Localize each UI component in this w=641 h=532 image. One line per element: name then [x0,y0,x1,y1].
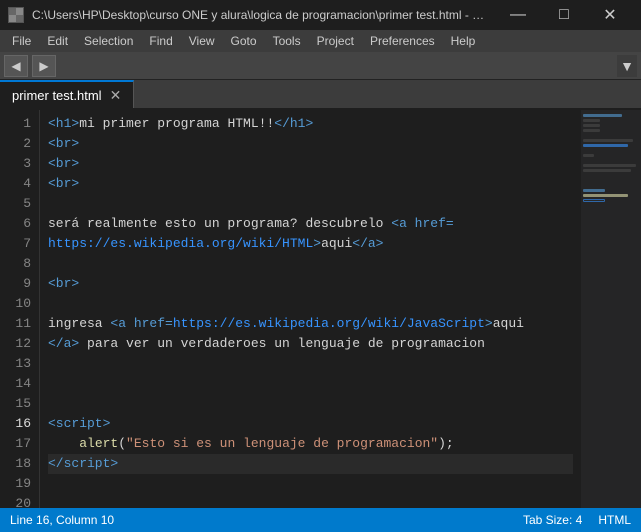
line-num-13: 13 [12,354,31,374]
menu-file[interactable]: File [4,30,39,52]
code-line-10: ingresa <a href=https://es.wikipedia.org… [48,314,573,334]
menu-view[interactable]: View [181,30,223,52]
line-num-5: 5 [12,194,31,214]
minimize-button[interactable]: — [495,0,541,30]
code-line-6b: https://es.wikipedia.org/wiki/HTML>aqui<… [48,234,573,254]
line-num-12: 12 [12,334,31,354]
menu-goto[interactable]: Goto [223,30,265,52]
tab-primer-test[interactable]: primer test.html ✕ [0,80,134,108]
line-num-4: 4 [12,174,31,194]
tab-size[interactable]: Tab Size: 4 [523,513,582,527]
code-line-4: <br> [48,174,573,194]
menu-tools[interactable]: Tools [265,30,309,52]
line-num-9: 9 [12,274,31,294]
code-line-1: <h1>mi primer programa HTML!!</h1> [48,114,573,134]
titlebar: C:\Users\HP\Desktop\curso ONE y alura\lo… [0,0,641,30]
code-line-7 [48,254,573,274]
line-num-14: 14 [12,374,31,394]
line-num-2: 2 [12,134,31,154]
code-line-12 [48,374,573,394]
code-line-2: <br> [48,134,573,154]
line-num-18: 18 [12,454,31,474]
code-line-18 [48,494,573,508]
toolbar: ◀ ▶ ▼ [0,52,641,80]
code-line-13 [48,394,573,414]
line-numbers: 1 2 3 4 5 6 7 8 9 10 11 12 13 14 15 16 1… [0,110,40,508]
menubar: File Edit Selection Find View Goto Tools… [0,30,641,52]
titlebar-controls: — □ ✕ [495,0,633,30]
menu-help[interactable]: Help [443,30,484,52]
line-num-19: 19 [12,474,31,494]
line-num-7: 7 [12,234,31,254]
code-line-10b: </a> para ver un verdaderoes un lenguaje… [48,334,573,354]
app-icon [8,7,24,23]
language[interactable]: HTML [598,513,631,527]
code-line-11 [48,354,573,374]
line-num-15: 15 [12,394,31,414]
menu-preferences[interactable]: Preferences [362,30,443,52]
code-line-6: será realmente esto un programa? descubr… [48,214,573,234]
editor-container: 1 2 3 4 5 6 7 8 9 10 11 12 13 14 15 16 1… [0,110,641,508]
menu-selection[interactable]: Selection [76,30,141,52]
menu-edit[interactable]: Edit [39,30,76,52]
line-num-3: 3 [12,154,31,174]
tabbar: primer test.html ✕ [0,80,641,110]
forward-button[interactable]: ▶ [32,55,56,77]
minimap [581,110,641,508]
code-line-16: </script> [48,454,573,474]
code-line-8: <br> [48,274,573,294]
code-line-17 [48,474,573,494]
tab-filename: primer test.html [12,88,102,103]
maximize-button[interactable]: □ [541,0,587,30]
statusbar-right: Tab Size: 4 HTML [523,513,631,527]
statusbar: Line 16, Column 10 Tab Size: 4 HTML [0,508,641,532]
toolbar-dropdown[interactable]: ▼ [617,55,637,77]
line-num-16: 16 [12,414,31,434]
close-button[interactable]: ✕ [587,0,633,30]
line-num-10: 10 [12,294,31,314]
line-num-11: 11 [12,314,31,334]
code-line-9 [48,294,573,314]
code-line-5 [48,194,573,214]
line-num-8: 8 [12,254,31,274]
back-button[interactable]: ◀ [4,55,28,77]
line-num-20: 20 [12,494,31,508]
line-num-6: 6 [12,214,31,234]
cursor-position[interactable]: Line 16, Column 10 [10,513,114,527]
line-num-17: 17 [12,434,31,454]
titlebar-title: C:\Users\HP\Desktop\curso ONE y alura\lo… [32,8,487,22]
code-editor[interactable]: <h1>mi primer programa HTML!!</h1> <br> … [40,110,581,508]
code-line-14: <script> [48,414,573,434]
tab-close-button[interactable]: ✕ [110,88,122,102]
menu-find[interactable]: Find [141,30,180,52]
menu-project[interactable]: Project [309,30,362,52]
code-line-15: alert("Esto si es un lenguaje de program… [48,434,573,454]
line-num-1: 1 [12,114,31,134]
code-line-3: <br> [48,154,573,174]
